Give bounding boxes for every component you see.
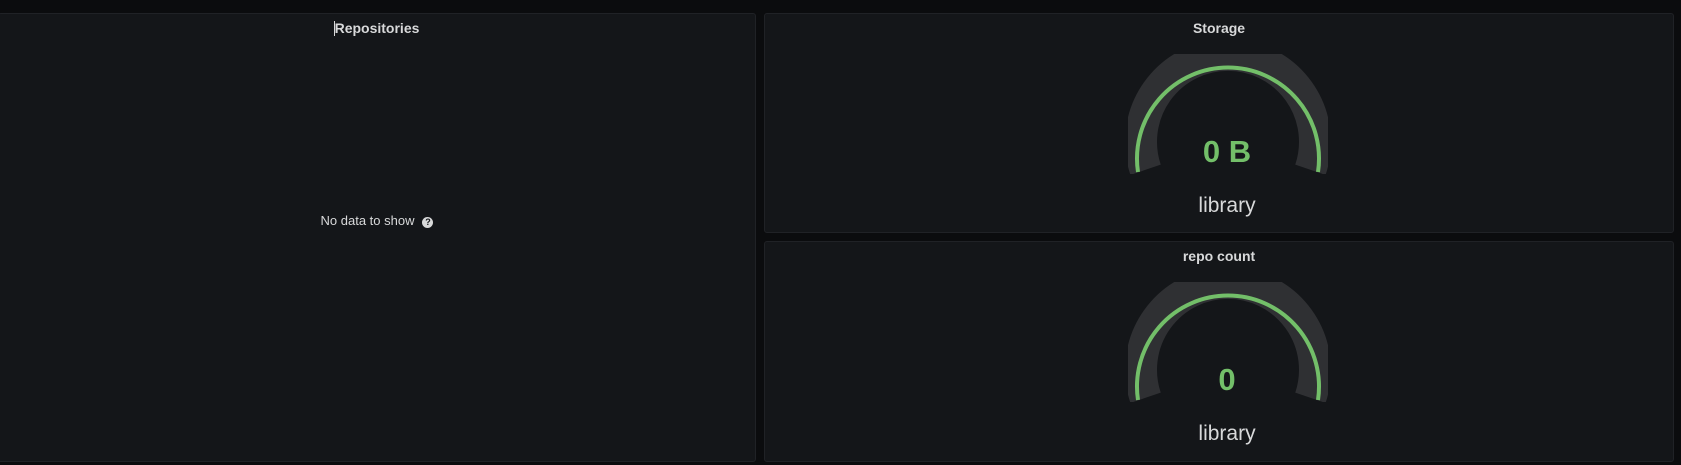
- storage-panel[interactable]: Storage 0 B library: [764, 13, 1674, 233]
- storage-panel-header[interactable]: Storage: [765, 20, 1673, 36]
- storage-gauge-label: library: [1198, 194, 1256, 217]
- repositories-panel-header[interactable]: Repositories: [0, 20, 755, 36]
- text-cursor: [333, 21, 335, 36]
- repositories-panel[interactable]: Repositories No data to show?: [0, 13, 756, 462]
- repo-count-gauge-label: library: [1198, 422, 1256, 445]
- panel-title[interactable]: Repositories: [335, 20, 420, 36]
- no-data-text: No data to show: [320, 213, 415, 228]
- repo-count-gauge-value: 0: [1218, 362, 1236, 397]
- dashboard: Repositories No data to show? Storage 0 …: [0, 0, 1681, 465]
- no-data-message: No data to show?: [0, 213, 755, 228]
- question-circle-icon[interactable]: ?: [422, 217, 434, 228]
- panel-title[interactable]: Storage: [1193, 20, 1245, 36]
- storage-gauge-value: 0 B: [1202, 134, 1252, 169]
- panel-title[interactable]: repo count: [1183, 248, 1255, 264]
- dashboard-top-strip: [0, 0, 1681, 12]
- repo-count-panel[interactable]: repo count 0 library: [764, 241, 1674, 462]
- repo-count-panel-header[interactable]: repo count: [765, 248, 1673, 264]
- repositories-panel-title-wrap: Repositories: [333, 20, 420, 36]
